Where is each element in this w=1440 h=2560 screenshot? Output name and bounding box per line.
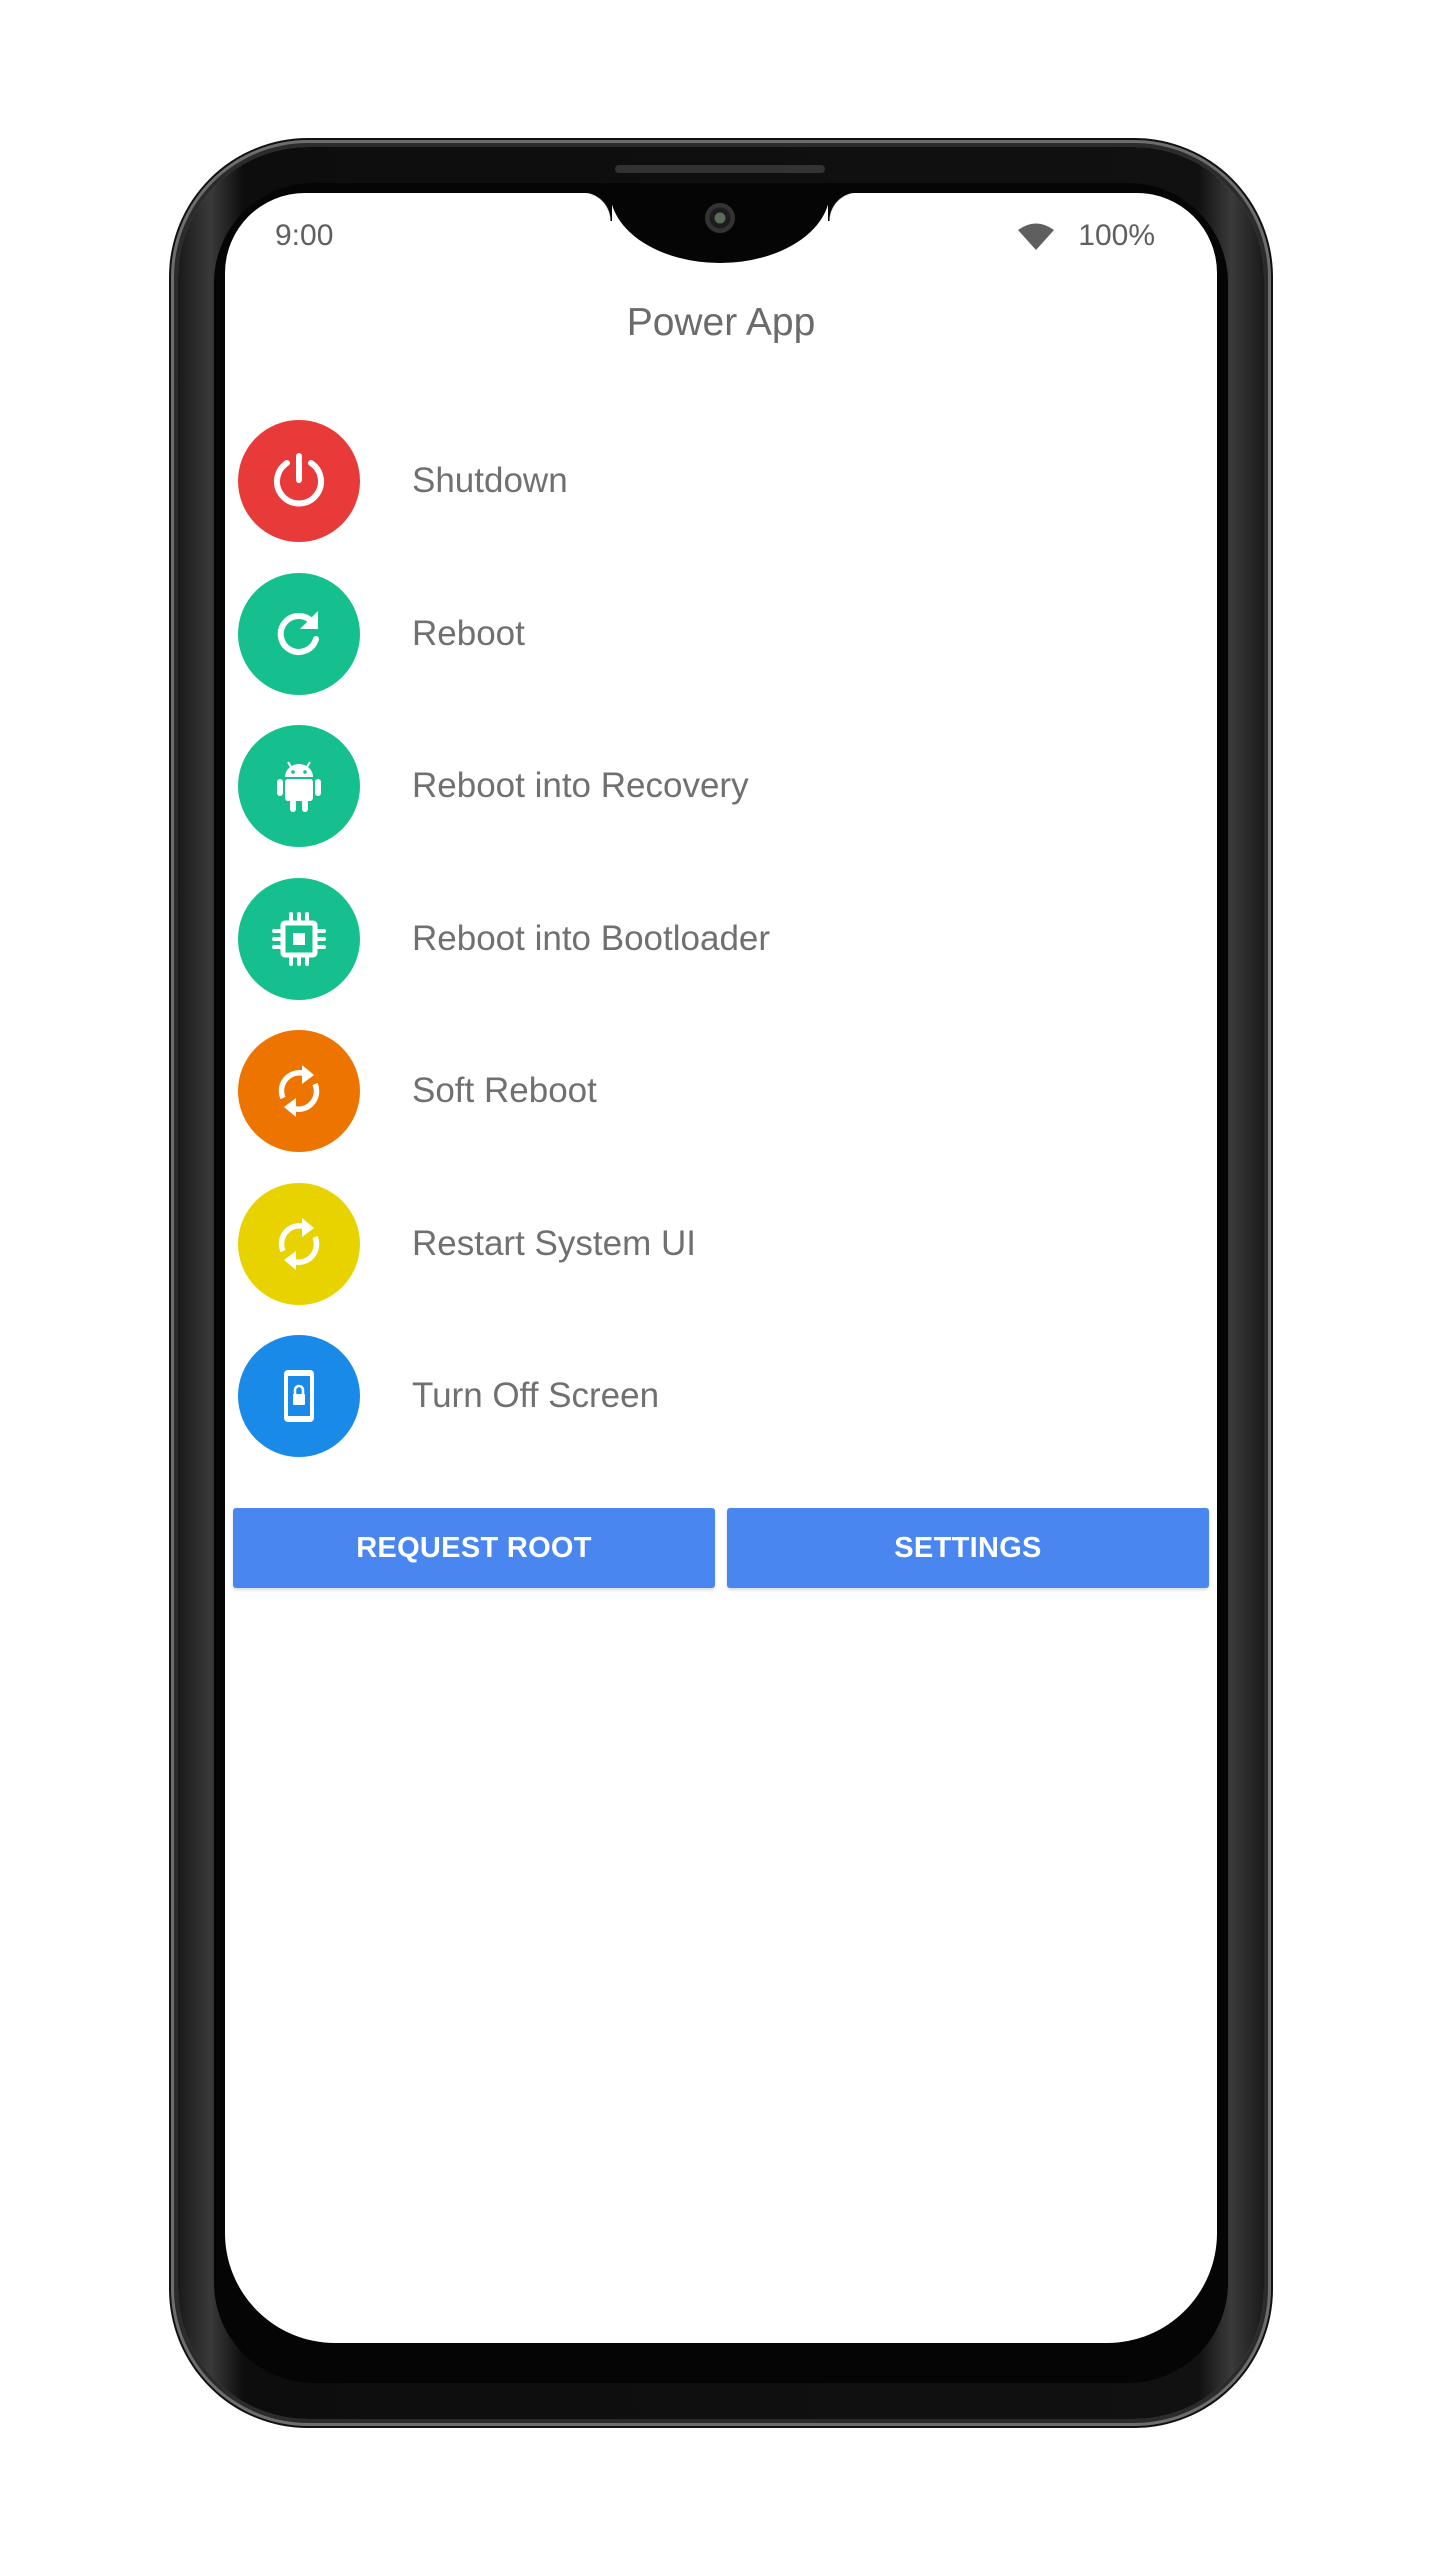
status-bar: 9:00 100%: [225, 211, 1217, 261]
menu-item-shutdown[interactable]: Shutdown: [238, 405, 1208, 558]
chip-icon: [272, 911, 326, 966]
soft-reboot-icon-circle: [238, 1030, 360, 1153]
power-menu: Shutdown Reboot Reboot into Recovery Reb…: [238, 405, 1208, 1473]
phone-screen: 9:00 100% Power App Shutdown Reboot Rebo…: [225, 193, 1217, 2343]
status-indicators: 100%: [1016, 219, 1155, 253]
settings-button[interactable]: SETTINGS: [727, 1508, 1209, 1588]
request-root-button[interactable]: REQUEST ROOT: [233, 1508, 715, 1588]
menu-item-reboot-recovery[interactable]: Reboot into Recovery: [238, 710, 1208, 863]
menu-label-turn-off-screen: Turn Off Screen: [412, 1376, 660, 1416]
menu-item-soft-reboot[interactable]: Soft Reboot: [238, 1015, 1208, 1168]
menu-label-reboot: Reboot: [412, 613, 525, 653]
shutdown-icon-circle: [238, 420, 360, 543]
recovery-icon-circle: [238, 725, 360, 848]
menu-item-reboot-bootloader[interactable]: Reboot into Bootloader: [238, 863, 1208, 1016]
menu-label-reboot-recovery: Reboot into Recovery: [412, 766, 749, 806]
restart-ui-icon-circle: [238, 1182, 360, 1305]
reboot-icon-circle: [238, 572, 360, 695]
menu-label-shutdown: Shutdown: [412, 461, 568, 501]
page: 9:00 100% Power App Shutdown Reboot Rebo…: [0, 0, 1440, 2560]
menu-item-restart-system-ui[interactable]: Restart System UI: [238, 1168, 1208, 1321]
sync-icon: [278, 1065, 320, 1118]
refresh-icon: [277, 610, 319, 655]
battery-percent: 100%: [1078, 219, 1155, 252]
status-time: 9:00: [275, 219, 334, 252]
menu-item-turn-off-screen[interactable]: Turn Off Screen: [238, 1320, 1208, 1473]
menu-label-soft-reboot: Soft Reboot: [412, 1071, 597, 1111]
wifi-icon: [1018, 223, 1055, 250]
power-icon: [274, 453, 324, 507]
android-icon: [277, 761, 321, 813]
screen-off-icon-circle: [238, 1335, 360, 1458]
earpiece-speaker: [615, 165, 825, 173]
action-buttons: REQUEST ROOT SETTINGS: [233, 1508, 1209, 1588]
lock-phone-icon: [284, 1370, 314, 1423]
menu-item-reboot[interactable]: Reboot: [238, 558, 1208, 711]
menu-label-reboot-bootloader: Reboot into Bootloader: [412, 918, 771, 958]
menu-label-restart-system-ui: Restart System UI: [412, 1223, 696, 1263]
bootloader-icon-circle: [238, 877, 360, 1000]
sync-icon: [278, 1217, 320, 1270]
app-title: Power App: [626, 301, 816, 344]
